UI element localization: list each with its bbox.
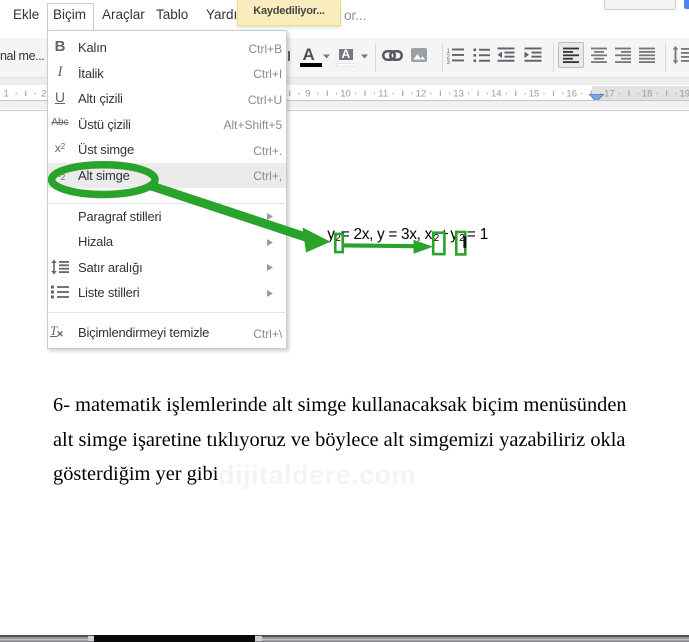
svg-text:16: 16	[566, 88, 577, 99]
svg-text:19: 19	[680, 88, 689, 99]
svg-text:1: 1	[4, 88, 9, 99]
svg-text:9: 9	[305, 88, 310, 99]
svg-text:11: 11	[378, 88, 388, 99]
svg-text:10: 10	[340, 88, 351, 99]
svg-text:13: 13	[453, 88, 464, 99]
svg-text:18: 18	[642, 88, 653, 99]
svg-text:14: 14	[491, 88, 502, 99]
svg-text:15: 15	[529, 88, 540, 99]
svg-text:2: 2	[41, 88, 46, 99]
svg-text:12: 12	[416, 88, 427, 99]
svg-text:17: 17	[604, 88, 615, 99]
